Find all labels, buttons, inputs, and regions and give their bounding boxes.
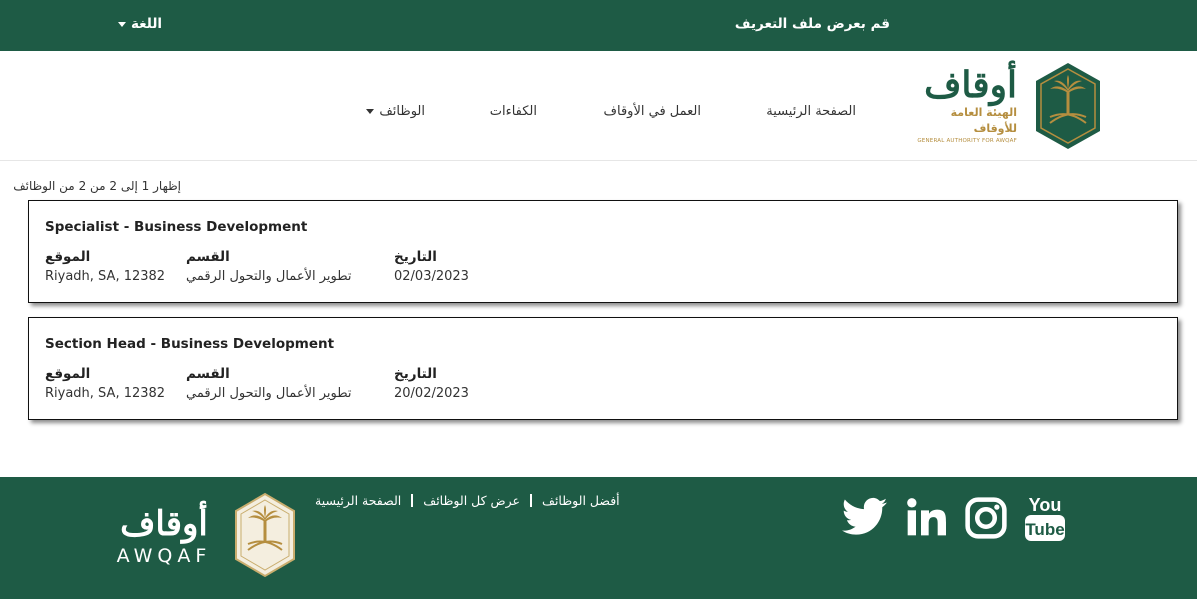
footer-link-all-jobs[interactable]: عرض كل الوظائف: [411, 494, 530, 507]
footer-awqaf-logo: أوقاف AWQAF: [110, 505, 218, 567]
language-dropdown[interactable]: اللغة: [118, 16, 162, 32]
youtube-icon[interactable]: You Tube: [1024, 493, 1066, 543]
footer-logo-en: AWQAF: [116, 545, 212, 567]
twitter-icon[interactable]: [842, 497, 888, 537]
logo-title: أوقاف: [924, 64, 1017, 106]
location-value: Riyadh, SA, 12382: [45, 269, 166, 284]
location-label: الموقع: [45, 366, 91, 382]
palm-swords-emblem-icon: [235, 492, 295, 578]
view-profile-link[interactable]: قم بعرض ملف التعريف: [700, 16, 890, 32]
instagram-icon[interactable]: [965, 497, 1007, 539]
footer-link-home[interactable]: الصفحة الرئيسية: [305, 494, 411, 507]
job-card[interactable]: Specialist - Business Development الموقع…: [28, 200, 1178, 303]
nav-competencies[interactable]: الكفاءات: [490, 104, 537, 119]
department-label: القسم: [186, 249, 230, 265]
site-header: أوقاف الهيئة العامة للأوقاف GENERAL AUTH…: [0, 51, 1197, 161]
nav-work-at-awqaf[interactable]: العمل في الأوقاف: [604, 104, 701, 119]
date-value: 20/02/2023: [394, 386, 469, 401]
job-card[interactable]: Section Head - Business Development المو…: [28, 317, 1178, 420]
job-title[interactable]: Section Head - Business Development: [45, 336, 334, 352]
language-label: اللغة: [131, 16, 163, 32]
caret-down-icon: [118, 21, 126, 27]
palm-swords-emblem-icon[interactable]: [1032, 61, 1104, 151]
logo-subtitle-en: GENERAL AUTHORITY FOR AWQAF: [917, 138, 1017, 144]
date-value: 02/03/2023: [394, 269, 469, 284]
department-value: تطوير الأعمال والتحول الرقمي: [186, 269, 352, 284]
department-value: تطوير الأعمال والتحول الرقمي: [186, 386, 352, 401]
awqaf-logo[interactable]: أوقاف الهيئة العامة للأوقاف GENERAL AUTH…: [905, 65, 1017, 145]
date-label: التاريخ: [394, 366, 437, 382]
department-label: القسم: [186, 366, 230, 382]
logo-subtitle-ar: الهيئة العامة للأوقاف: [950, 106, 1017, 135]
nav-jobs-label: الوظائف: [379, 104, 425, 119]
svg-text:Tube: Tube: [1025, 520, 1064, 539]
caret-down-icon: [366, 109, 375, 114]
site-footer: أوقاف AWQAF أفضل الوظائف عرض كل الوظائف …: [0, 477, 1197, 599]
job-title[interactable]: Specialist - Business Development: [45, 219, 307, 235]
location-value: Riyadh, SA, 12382: [45, 386, 166, 401]
nav-jobs-dropdown[interactable]: الوظائف: [366, 104, 425, 119]
footer-logo-ar: أوقاف: [120, 504, 208, 544]
linkedin-icon[interactable]: [905, 497, 947, 537]
footer-links: أفضل الوظائف عرض كل الوظائف الصفحة الرئي…: [305, 494, 630, 507]
top-bar: قم بعرض ملف التعريف اللغة: [0, 0, 1197, 51]
nav-home[interactable]: الصفحة الرئيسية: [766, 104, 856, 119]
date-label: التاريخ: [394, 249, 437, 265]
svg-text:You: You: [1029, 495, 1062, 515]
results-count: إظهار 1 إلى 2 من 2 من الوظائف: [13, 179, 181, 193]
location-label: الموقع: [45, 249, 91, 265]
footer-link-top-jobs[interactable]: أفضل الوظائف: [530, 494, 630, 507]
